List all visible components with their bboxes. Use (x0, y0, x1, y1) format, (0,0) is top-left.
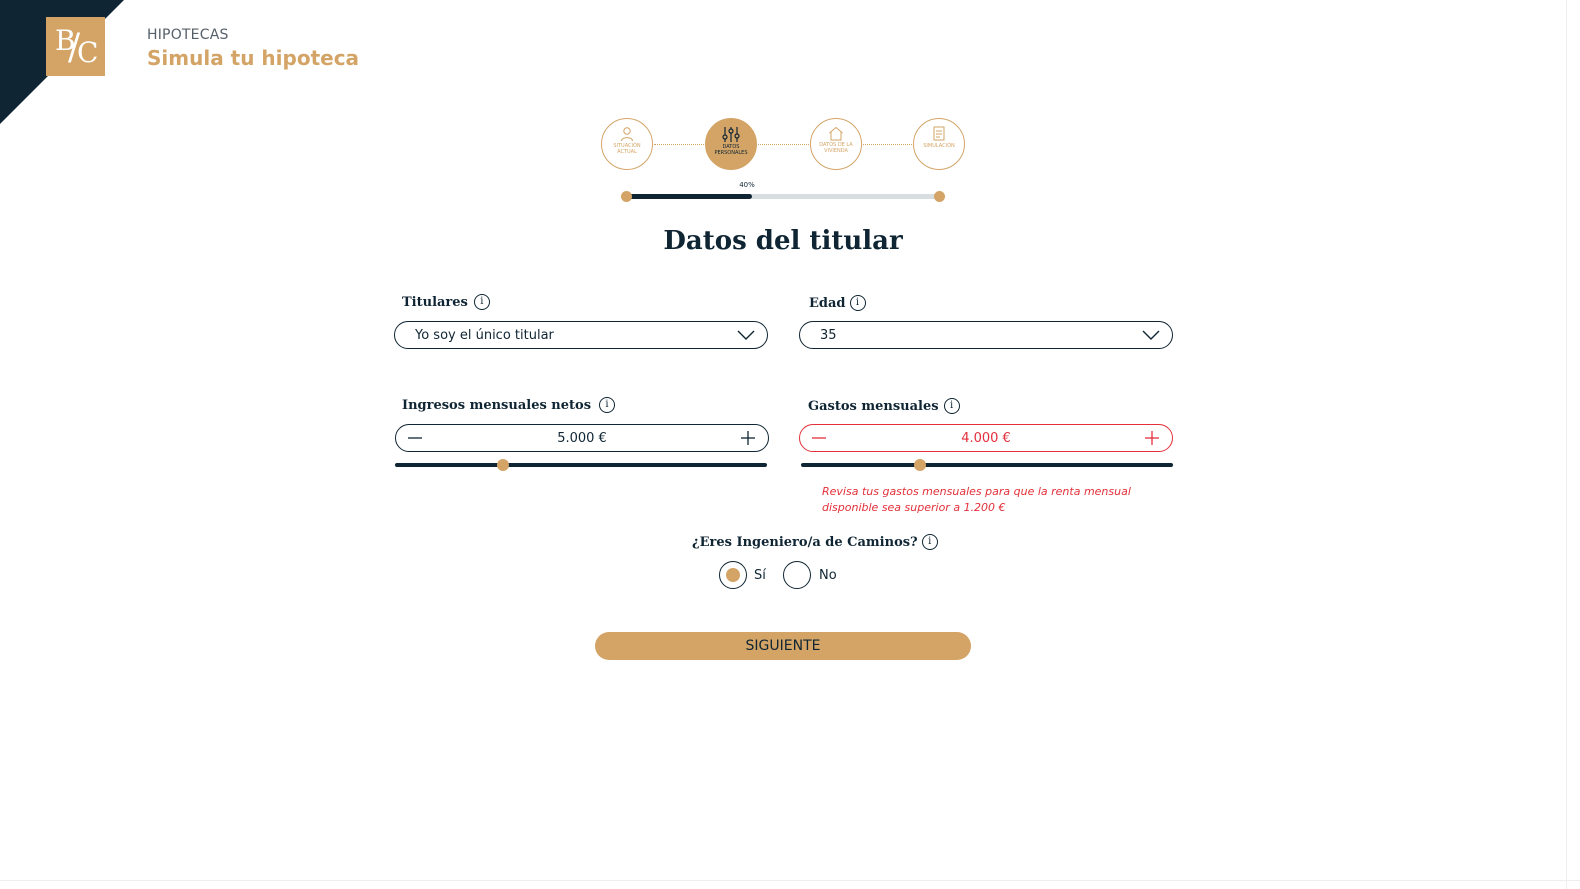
sliders-icon (722, 127, 740, 142)
plus-icon[interactable] (740, 430, 756, 446)
radio-selected-dot (726, 568, 740, 582)
step-situacion-actual[interactable]: SITUACIÓN ACTUAL (601, 118, 653, 170)
radio-no-label[interactable]: No (819, 568, 837, 583)
progress-start-dot (621, 191, 632, 202)
chevron-down-icon (737, 330, 755, 340)
chevron-down-icon (1142, 330, 1160, 340)
info-icon[interactable]: i (849, 295, 866, 311)
ingresos-value[interactable]: 5.000 € (396, 431, 768, 446)
step-label: DATOS PERSONALES (714, 144, 748, 156)
radio-si[interactable] (719, 561, 747, 589)
person-icon (621, 127, 633, 142)
step-label: SIMULACIÓN (923, 143, 955, 149)
info-icon[interactable]: i (943, 398, 960, 414)
scrollbar-edge (1566, 0, 1567, 889)
gastos-stepper: 4.000 € (799, 424, 1173, 452)
next-button[interactable]: SIGUIENTE (595, 632, 971, 660)
ingresos-stepper: 5.000 € (395, 424, 769, 452)
step-connector (654, 144, 704, 145)
step-datos-personales[interactable]: DATOS PERSONALES (705, 118, 757, 170)
progress-fill (627, 194, 753, 199)
ingresos-slider-thumb[interactable] (496, 459, 509, 471)
radio-si-label[interactable]: Sí (754, 568, 766, 583)
step-simulacion[interactable]: SIMULACIÓN (913, 118, 965, 170)
titulares-label: Titulares i (402, 294, 490, 310)
step-connector (863, 144, 912, 145)
gastos-value[interactable]: 4.000 € (800, 431, 1172, 446)
step-connector (758, 144, 809, 145)
edad-value: 35 (820, 328, 837, 343)
progress-percent: 40% (739, 181, 755, 189)
edad-label: Edad i (809, 295, 866, 311)
form-heading: Datos del titular (663, 226, 903, 256)
info-icon[interactable]: i (599, 397, 616, 413)
gastos-slider-thumb[interactable] (914, 459, 927, 471)
step-datos-vivienda[interactable]: DATOS DE LA VIVIENDA (810, 118, 862, 170)
edad-select[interactable]: 35 (799, 321, 1173, 349)
gastos-label: Gastos mensuales i (808, 398, 960, 414)
house-icon (829, 126, 843, 141)
ingeniero-question: ¿Eres Ingeniero/a de Caminos? i (692, 534, 938, 550)
step-label: DATOS DE LA VIVIENDA (819, 142, 853, 154)
info-icon[interactable]: i (473, 294, 490, 310)
plus-icon[interactable] (1144, 430, 1160, 446)
info-icon[interactable]: i (921, 534, 938, 550)
progress-bar (627, 194, 940, 199)
radio-no[interactable] (783, 561, 811, 589)
ingresos-label: Ingresos mensuales netos i (402, 397, 616, 413)
ingresos-slider[interactable] (395, 459, 767, 471)
gastos-error-message: Revisa tus gastos mensuales para que la … (822, 485, 1131, 514)
titulares-select[interactable]: Yo soy el único titular (394, 321, 768, 349)
gastos-slider[interactable] (801, 459, 1173, 471)
bottom-divider (0, 880, 1580, 881)
page-title: Simula tu hipoteca (147, 46, 360, 70)
step-label: SITUACIÓN ACTUAL (613, 143, 641, 155)
progress-end-dot (934, 191, 945, 202)
titulares-value: Yo soy el único titular (415, 328, 554, 343)
brand-logo[interactable]: B / C (46, 17, 105, 76)
section-label: HIPOTECAS (147, 27, 229, 43)
document-icon (933, 126, 945, 141)
